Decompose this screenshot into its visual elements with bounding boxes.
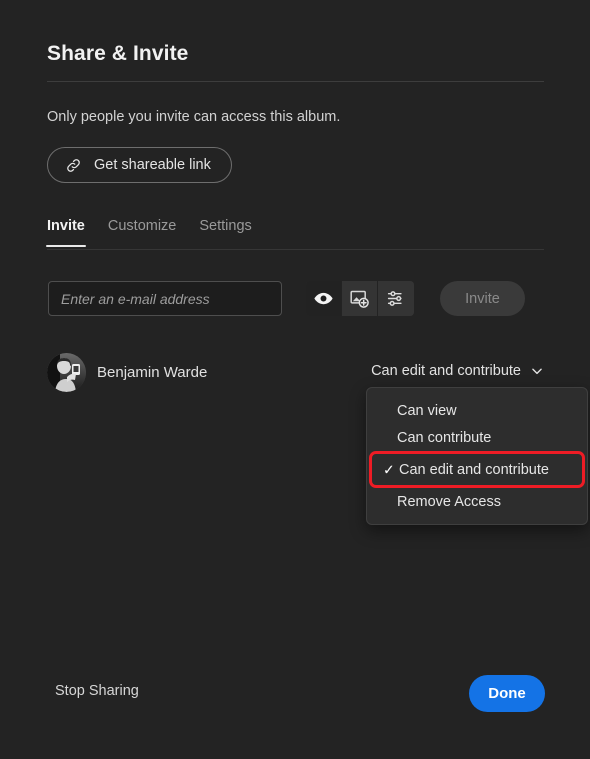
role-dropdown-trigger[interactable]: Can edit and contribute <box>371 363 544 379</box>
tab-bar: Invite Customize Settings <box>47 218 252 247</box>
menu-item-can-contribute[interactable]: Can contribute <box>367 424 587 451</box>
tab-settings[interactable]: Settings <box>199 218 251 247</box>
sliders-icon-button[interactable] <box>378 281 414 316</box>
menu-item-label: Remove Access <box>397 494 501 510</box>
menu-item-remove-access[interactable]: Remove Access <box>367 488 587 515</box>
role-dropdown-menu: Can view Can contribute ✓ Can edit and c… <box>366 387 588 525</box>
sliders-icon <box>386 288 407 309</box>
role-dropdown-label: Can edit and contribute <box>371 363 521 379</box>
checkmark-icon: ✓ <box>383 461 395 478</box>
add-photo-icon-button[interactable] <box>342 281 378 316</box>
member-name: Benjamin Warde <box>97 364 207 381</box>
invite-button[interactable]: Invite <box>440 281 525 316</box>
eye-icon-button[interactable] <box>306 281 342 316</box>
add-photo-icon <box>349 288 370 309</box>
header-divider <box>47 81 544 82</box>
share-invite-dialog: Share & Invite Only people you invite ca… <box>0 0 590 759</box>
chevron-down-icon <box>530 364 544 378</box>
menu-item-label: Can edit and contribute <box>399 462 549 478</box>
tab-customize[interactable]: Customize <box>108 218 177 247</box>
menu-item-can-edit-and-contribute[interactable]: ✓ Can edit and contribute <box>369 451 585 488</box>
tab-invite[interactable]: Invite <box>47 218 85 247</box>
invite-options-group <box>306 281 414 316</box>
done-button[interactable]: Done <box>469 675 545 712</box>
menu-item-label: Can contribute <box>397 430 491 446</box>
user-avatar <box>47 353 86 392</box>
menu-item-label: Can view <box>397 403 457 419</box>
stop-sharing-button[interactable]: Stop Sharing <box>55 683 139 699</box>
email-input[interactable] <box>48 281 282 316</box>
get-shareable-link-label: Get shareable link <box>94 158 211 173</box>
panel-description: Only people you invite can access this a… <box>47 109 340 125</box>
menu-item-can-view[interactable]: Can view <box>367 397 587 424</box>
eye-icon <box>313 288 334 309</box>
get-shareable-link-button[interactable]: Get shareable link <box>47 147 232 183</box>
page-title: Share & Invite <box>47 42 188 66</box>
link-icon <box>65 157 82 174</box>
tab-divider <box>47 249 544 250</box>
